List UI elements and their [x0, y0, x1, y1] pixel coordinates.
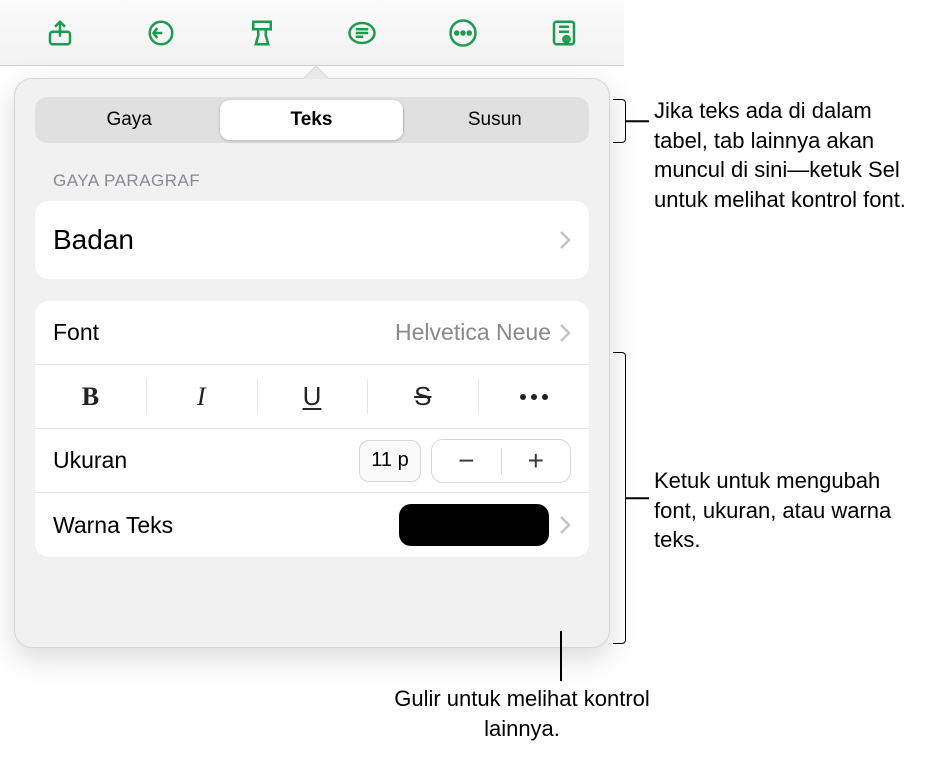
size-label: Ukuran	[53, 447, 127, 474]
italic-button[interactable]: I	[146, 365, 257, 428]
chevron-right-icon	[559, 515, 571, 535]
font-label: Font	[53, 319, 99, 346]
view-icon	[549, 18, 579, 48]
insert-button[interactable]	[334, 11, 390, 55]
share-button[interactable]	[32, 11, 88, 55]
view-button[interactable]	[536, 11, 592, 55]
more-icon	[448, 18, 478, 48]
callout-leader-scroll	[560, 631, 562, 681]
annotation-font-controls: Ketuk untuk mengubah font, ukuran, atau …	[654, 466, 926, 555]
section-label-paragraph-style: GAYA PARAGRAF	[53, 171, 589, 191]
undo-icon	[146, 18, 176, 48]
bold-button[interactable]: B	[35, 365, 146, 428]
more-styles-button[interactable]	[478, 365, 589, 428]
text-style-row: B I U S	[35, 365, 589, 429]
tab-arrange[interactable]: Susun	[404, 100, 586, 140]
underline-button[interactable]: U	[257, 365, 368, 428]
ellipsis-icon	[520, 394, 548, 400]
annotation-tabs: Jika teks ada di dalam tabel, tab lainny…	[654, 96, 926, 215]
share-icon	[45, 18, 75, 48]
tab-segmented-control: Gaya Teks Susun	[35, 97, 589, 143]
size-stepper: − +	[431, 439, 571, 483]
chevron-right-icon	[559, 230, 571, 250]
paragraph-style-card: Badan	[35, 201, 589, 279]
size-increase-button[interactable]: +	[502, 440, 571, 482]
strikethrough-button[interactable]: S	[367, 365, 478, 428]
annotation-scroll: Gulir untuk melihat kontrol lainnya.	[382, 684, 662, 743]
more-button[interactable]	[435, 11, 491, 55]
size-row: Ukuran 11 p − +	[35, 429, 589, 493]
list-icon	[347, 18, 377, 48]
paragraph-style-value: Badan	[53, 224, 134, 256]
undo-button[interactable]	[133, 11, 189, 55]
text-color-label: Warna Teks	[53, 512, 173, 539]
toolbar	[0, 0, 624, 66]
callout-bracket-font	[613, 352, 626, 644]
tab-text[interactable]: Teks	[220, 100, 402, 140]
format-popover: Gaya Teks Susun GAYA PARAGRAF Badan Font…	[14, 78, 610, 648]
text-color-row[interactable]: Warna Teks	[35, 493, 589, 557]
font-value: Helvetica Neue	[395, 319, 551, 346]
text-color-swatch[interactable]	[399, 504, 549, 546]
format-brush-icon	[247, 18, 277, 48]
callout-bracket-tabs	[613, 99, 626, 143]
chevron-right-icon	[559, 323, 571, 343]
font-row[interactable]: Font Helvetica Neue	[35, 301, 589, 365]
size-value-field[interactable]: 11 p	[359, 440, 421, 482]
paragraph-style-row[interactable]: Badan	[35, 201, 589, 279]
font-card: Font Helvetica Neue B I U S Ukuran 11 p …	[35, 301, 589, 557]
size-decrease-button[interactable]: −	[432, 440, 501, 482]
format-brush-button[interactable]	[234, 11, 290, 55]
tab-style[interactable]: Gaya	[38, 100, 220, 140]
popover-pointer-inner	[304, 67, 328, 79]
